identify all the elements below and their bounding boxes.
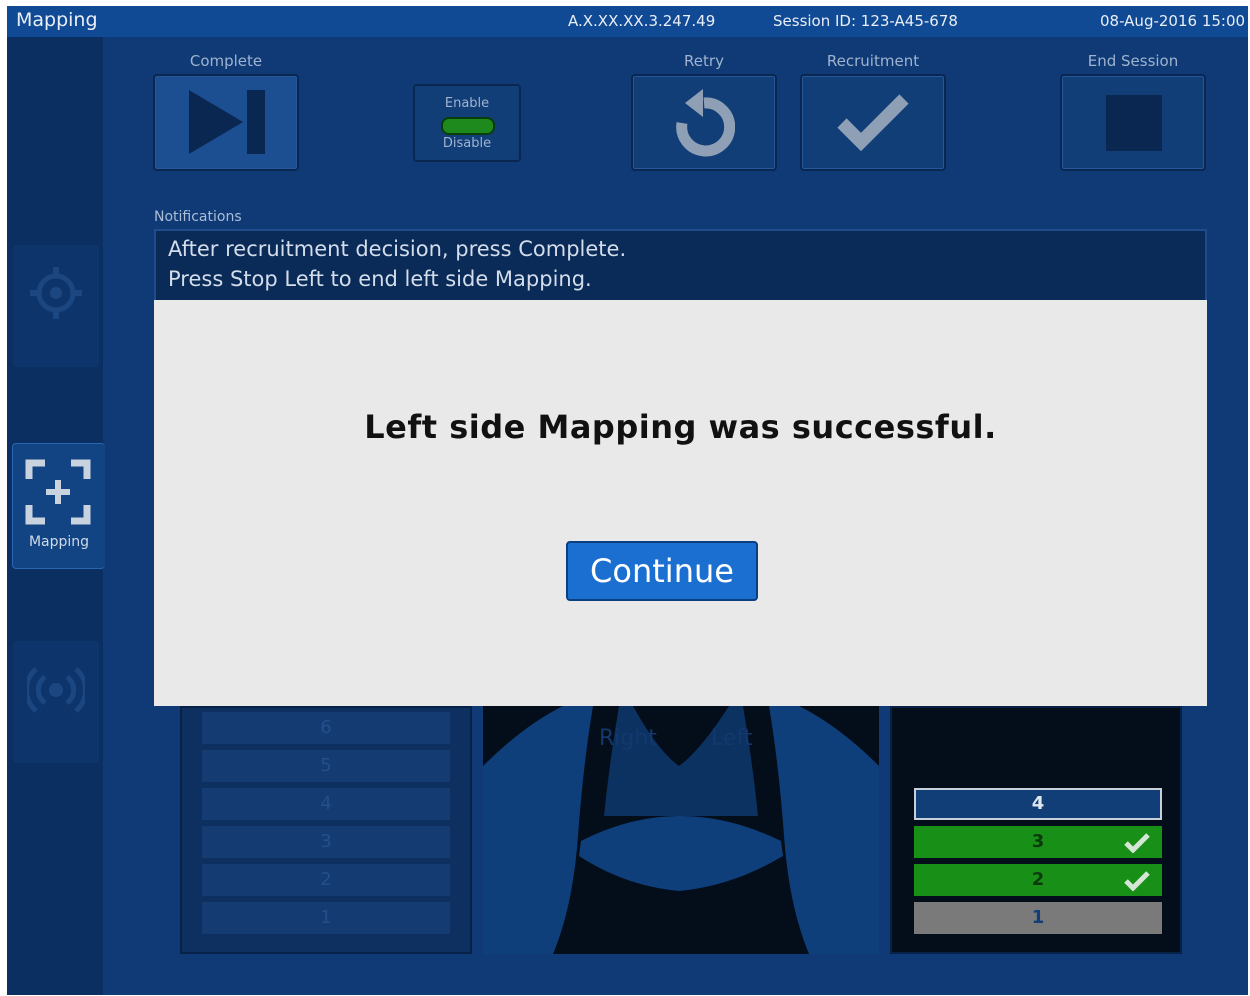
status-row: 4 — [914, 788, 1162, 820]
status-panel: 4 3 2 1 — [890, 706, 1182, 954]
notification-line: Press Stop Left to end left side Mapping… — [168, 267, 592, 291]
notification-line: After recruitment decision, press Comple… — [168, 237, 627, 261]
radio-waves-icon — [27, 667, 85, 713]
recruitment-label: Recruitment — [826, 52, 920, 70]
sidebar: Mapping — [7, 37, 105, 995]
end-session-button[interactable] — [1060, 74, 1206, 171]
recruitment-button[interactable] — [800, 74, 946, 171]
lane-item: 2 — [202, 864, 450, 896]
date-time: 08-Aug-2016 15:00 — [1100, 12, 1246, 30]
sidebar-item-mapping[interactable]: Mapping — [12, 443, 105, 569]
check-icon — [1124, 833, 1150, 853]
notifications-label: Notifications — [154, 209, 242, 225]
retry-label: Retry — [684, 52, 724, 70]
check-icon — [1124, 871, 1150, 891]
enable-disable-toggle[interactable]: Enable Disable — [413, 84, 521, 162]
status-row-label: 2 — [1031, 869, 1045, 890]
lane-item: 5 — [202, 750, 450, 782]
status-row-label: 4 — [1031, 793, 1045, 814]
complete-label: Complete — [189, 52, 263, 70]
mapping-icon — [25, 459, 91, 525]
app-window: Mapping A.X.XX.XX.3.247.49 Session ID: 1… — [7, 6, 1248, 995]
app-title: Mapping — [16, 9, 98, 31]
status-row-label: 3 — [1031, 831, 1045, 852]
lane-item: 4 — [202, 788, 450, 820]
ip-address: A.X.XX.XX.3.247.49 — [568, 12, 716, 30]
retry-icon — [676, 89, 735, 157]
toggle-switch[interactable] — [441, 117, 495, 135]
lane-item: 6 — [202, 712, 450, 744]
session-id: Session ID: 123-A45-678 — [773, 12, 958, 30]
sidebar-item-label: Mapping — [28, 534, 90, 550]
skip-forward-icon — [189, 90, 265, 154]
status-row: 3 — [914, 826, 1162, 858]
top-bar: Mapping A.X.XX.XX.3.247.49 Session ID: 1… — [7, 6, 1248, 37]
retry-button[interactable] — [631, 74, 777, 171]
lane-item: 3 — [202, 826, 450, 858]
dialog-message: Left side Mapping was successful. — [364, 408, 997, 446]
lane-item: 1 — [202, 902, 450, 934]
status-row-label: 1 — [1031, 907, 1045, 928]
enable-label: Enable — [444, 96, 490, 111]
complete-button[interactable] — [153, 74, 299, 171]
status-row: 2 — [914, 864, 1162, 896]
check-icon — [837, 94, 909, 151]
left-lung-label: Left — [711, 726, 753, 751]
stop-icon — [1106, 95, 1162, 151]
target-icon — [30, 267, 82, 319]
right-lung-label: Right — [599, 726, 657, 751]
status-row: 1 — [914, 902, 1162, 934]
lung-image — [483, 706, 879, 954]
lung-view: Right Left — [483, 706, 879, 954]
success-dialog: Left side Mapping was successful. Contin… — [154, 300, 1207, 706]
sidebar-item-radio[interactable] — [13, 641, 99, 763]
end-session-label: End Session — [1087, 52, 1179, 70]
sidebar-item-target[interactable] — [13, 245, 99, 367]
lane-panel: 6 5 4 3 2 1 — [180, 706, 472, 954]
notifications-box: After recruitment decision, press Comple… — [154, 229, 1207, 309]
continue-button[interactable]: Continue — [566, 541, 758, 601]
disable-label: Disable — [442, 136, 492, 151]
